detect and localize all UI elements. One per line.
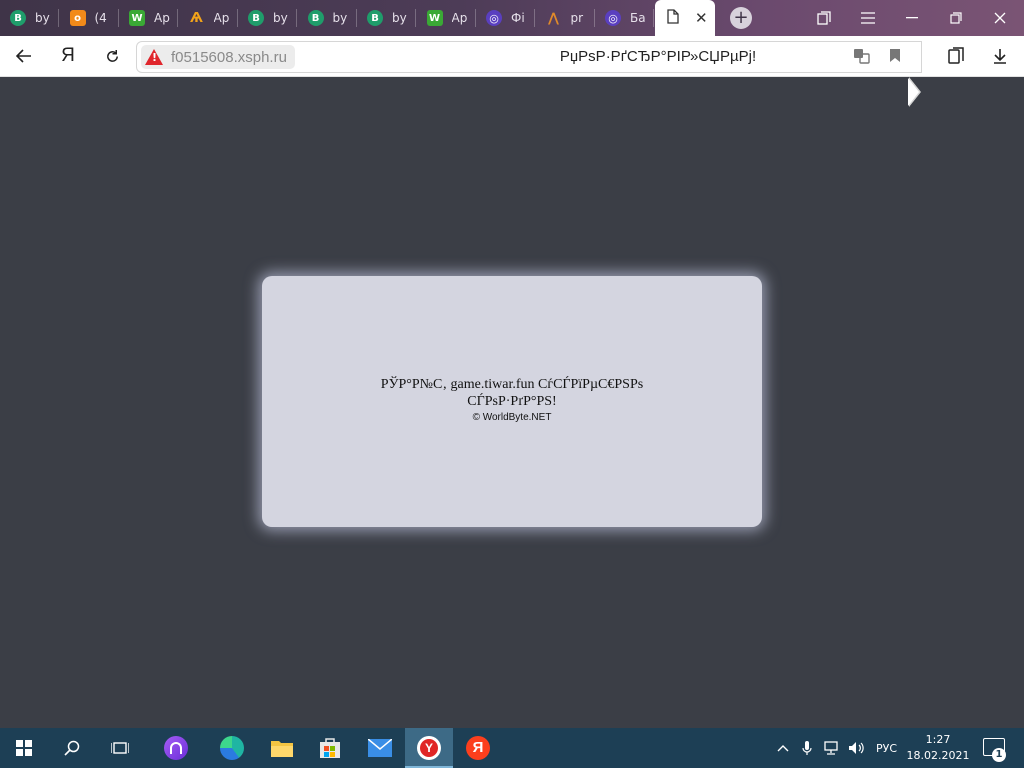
success-message: РЎР°Р№С‚ game.tiwar.fun СѓСЃРїРµС€РЅРѕ С… — [262, 376, 762, 410]
clock[interactable]: 1:27 18.02.2021 — [905, 732, 971, 764]
page-title: РџРѕР·РґСЂР°РІР»СЏРµРј! — [559, 48, 757, 65]
message-line-2: СЃРѕР·РґР°РЅ! — [467, 394, 557, 409]
yandex-app-icon[interactable]: Я — [454, 728, 502, 768]
tab-active[interactable]: ✕ — [655, 0, 715, 36]
collections-icon[interactable] — [936, 36, 976, 76]
close-window-button[interactable] — [980, 0, 1020, 36]
tab-4[interactable]: Bby — [238, 0, 297, 36]
b-badge-icon: B — [10, 10, 26, 26]
document-icon — [667, 8, 679, 28]
tab-6[interactable]: Bby — [357, 0, 416, 36]
tab-label: Ба — [630, 11, 646, 25]
tab-0[interactable]: Bby — [0, 0, 59, 36]
yandex-logo-icon[interactable]: Я — [48, 36, 88, 76]
tab-7[interactable]: W Ар — [417, 0, 476, 36]
search-icon[interactable] — [48, 728, 96, 768]
tab-label: (4 — [94, 11, 107, 25]
odnoklassniki-icon: о — [69, 10, 86, 26]
tab-label: by — [35, 11, 50, 25]
edge-browser-icon[interactable] — [208, 728, 256, 768]
tab-label: Ар — [451, 11, 468, 25]
tab-label: Фі — [511, 11, 525, 25]
w-square-icon: W — [129, 10, 145, 26]
warning-icon: ! — [145, 49, 163, 65]
spark-icon: Ѧ — [190, 10, 203, 26]
tab-9[interactable]: ⋀ pr — [536, 0, 595, 36]
start-button[interactable] — [0, 728, 48, 768]
content-card: РЎР°Р№С‚ game.tiwar.fun СѓСЃРїРµС€РЅРѕ С… — [262, 276, 762, 527]
language-indicator[interactable]: РУС — [876, 728, 897, 768]
close-tab-icon[interactable]: ✕ — [695, 9, 708, 27]
copyright-text: © WorldByte.NET — [472, 412, 552, 423]
w-square-icon: W — [426, 10, 443, 26]
tabs-menu-icon[interactable] — [804, 0, 844, 36]
message-line-1: РЎР°Р№С‚ game.tiwar.fun СѓСЃРїРµС€РЅРѕ — [380, 377, 644, 392]
network-icon[interactable] — [824, 728, 842, 768]
translate-icon[interactable] — [853, 48, 871, 68]
windows-taskbar: Y Я РУС 1:27 18.02.2021 1 — [0, 728, 1024, 768]
tab-label: by — [392, 11, 407, 25]
alice-assistant-icon[interactable] — [152, 728, 200, 768]
tab-label: pr — [570, 11, 584, 25]
tab-1[interactable]: о (4 — [60, 0, 119, 36]
menu-icon[interactable] — [848, 0, 888, 36]
b-badge-icon: B — [307, 10, 324, 26]
file-explorer-icon[interactable] — [258, 728, 306, 768]
reload-button[interactable] — [92, 36, 132, 76]
microphone-icon[interactable] — [802, 728, 812, 768]
mail-icon[interactable] — [356, 728, 404, 768]
tab-5[interactable]: Bby — [298, 0, 357, 36]
volume-icon[interactable] — [848, 728, 866, 768]
clock-time: 1:27 — [925, 733, 951, 746]
tab-strip: Bby о (4 W Ар Ѧ Ар Bby Bby Bby W Ар ◎ Фі ⋀ pr ◎ Ба ✕ + — [0, 0, 1024, 36]
tab-label: Ар — [154, 11, 170, 25]
wifi-tower-icon: ⋀ — [548, 10, 559, 26]
restore-button[interactable] — [936, 0, 976, 36]
spiral-icon: ◎ — [486, 10, 502, 26]
task-view-icon[interactable] — [96, 728, 144, 768]
tab-2[interactable]: W Ар — [119, 0, 178, 36]
url-domain: f0515608.xsph.ru — [171, 48, 287, 66]
tab-label: by — [332, 11, 348, 25]
url-pill[interactable]: ! f0515608.xsph.ru — [141, 45, 295, 69]
clock-date: 18.02.2021 — [906, 749, 970, 762]
back-button[interactable] — [4, 36, 44, 76]
new-tab-button[interactable]: + — [730, 7, 752, 29]
b-badge-icon: B — [248, 10, 264, 26]
tab-10[interactable]: ◎ Ба — [595, 0, 654, 36]
notification-count: 1 — [992, 748, 1006, 762]
tray-overflow-icon[interactable] — [777, 728, 789, 768]
spiral-icon: ◎ — [605, 10, 621, 26]
tab-3[interactable]: Ѧ Ар — [179, 0, 238, 36]
browser-toolbar: Я ! f0515608.xsph.ru РџРѕР·РґСЂР°РІР»СЏР… — [0, 36, 1024, 107]
tab-8[interactable]: ◎ Фі — [476, 0, 535, 36]
address-bar[interactable]: ! f0515608.xsph.ru РџРѕР·РґСЂР°РІР»СЏРµР… — [136, 41, 922, 73]
minimize-button[interactable] — [892, 0, 932, 36]
tab-label: Ар — [213, 11, 230, 25]
tab-label: by — [273, 11, 288, 25]
b-badge-icon: B — [367, 10, 383, 26]
download-icon[interactable] — [980, 36, 1020, 76]
yandex-browser-taskbar-icon[interactable]: Y — [405, 728, 453, 768]
bookmark-icon[interactable] — [889, 48, 901, 67]
microsoft-store-icon[interactable] — [306, 728, 354, 768]
